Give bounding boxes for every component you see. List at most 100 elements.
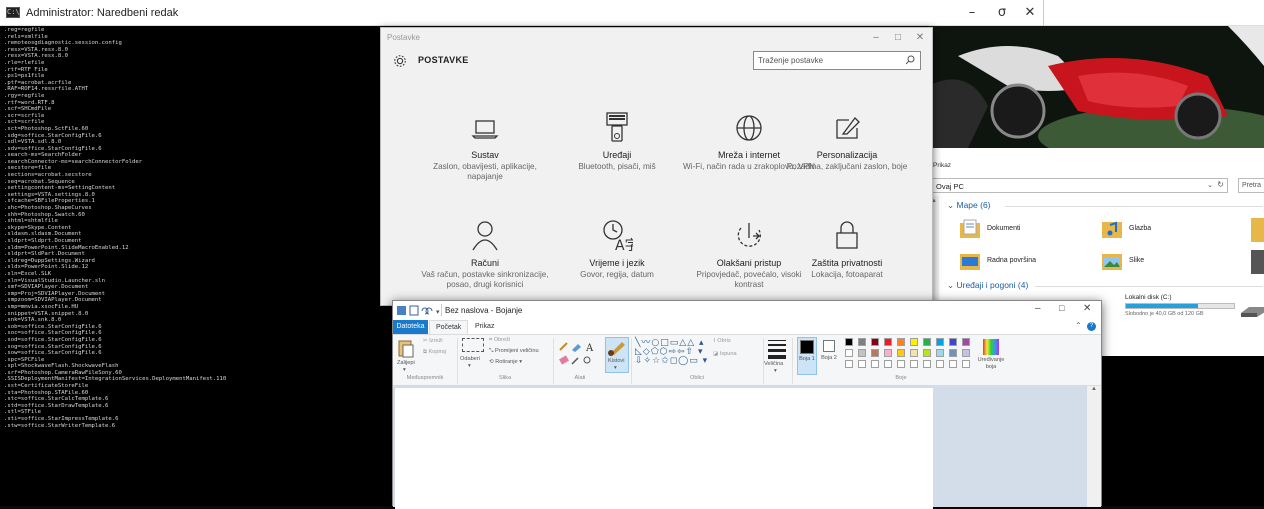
save-icon [409, 305, 419, 316]
cut-button[interactable]: ✂ Izreži [423, 338, 443, 344]
color2-swatch [823, 340, 835, 352]
edit-colors-button[interactable]: Uređivanje boja [975, 337, 1007, 375]
chevron-down-icon[interactable]: ⌄ [1207, 181, 1213, 189]
drives-group-header[interactable]: ⌄ Uređaji i pogoni (4) [947, 280, 1028, 291]
explorer-search-input[interactable]: Pretra [1238, 178, 1264, 193]
paint-close-button[interactable]: ✕ [1083, 303, 1091, 314]
fill-button[interactable]: ◪ Ispuna [713, 351, 737, 357]
close-button[interactable]: ✕ [1016, 4, 1044, 22]
palette-swatch[interactable] [923, 349, 931, 357]
tile-system[interactable]: Sustav Zaslon, obavijesti, aplikacije, n… [419, 114, 551, 214]
palette-swatch[interactable] [858, 349, 866, 357]
canvas-vertical-scrollbar[interactable]: ▲ [1087, 386, 1101, 507]
palette-swatch[interactable] [884, 338, 892, 346]
folder-documents[interactable]: Dokumenti [959, 218, 1119, 242]
folder-name: Slike [1129, 257, 1145, 264]
rotate-button[interactable]: ⟲ Rotiranje ▾ [489, 359, 522, 365]
view-tab[interactable]: Prikaz [933, 162, 951, 169]
palette-swatch[interactable] [897, 349, 905, 357]
color2-button[interactable]: Boja 2 [819, 337, 839, 375]
folder-video-partial[interactable] [1251, 250, 1264, 274]
palette-swatch[interactable] [949, 338, 957, 346]
palette-swatch[interactable] [936, 349, 944, 357]
cmd-output-line: .shtml=shtmlfile [4, 218, 58, 225]
palette-swatch[interactable] [910, 360, 918, 368]
paint-titlebar[interactable]: ▾ Bez naslova - Bojanje – □ ✕ [393, 301, 1101, 320]
help-icon[interactable]: ? [1087, 322, 1096, 331]
color1-button[interactable]: Boja 1 [797, 337, 817, 375]
wallpaper-motorcycle-image [928, 26, 1264, 166]
time-language-icon: A字 [603, 220, 633, 252]
cmd-output-line: .snk=VSTA.snk.8.0 [4, 317, 62, 324]
palette-swatch[interactable] [871, 360, 879, 368]
folder-desktop[interactable]: Radna površina [959, 250, 1119, 274]
paint-maximize-button[interactable]: □ [1059, 303, 1064, 313]
maximize-button[interactable]: σ [988, 4, 1016, 22]
folder-pictures[interactable]: Slike [1101, 250, 1231, 274]
minimize-button[interactable]: – [958, 4, 986, 22]
paste-button[interactable]: Zalijepi ▾ [397, 338, 417, 374]
palette-swatch[interactable] [923, 360, 931, 368]
divider [457, 338, 458, 384]
paint-minimize-button[interactable]: – [1035, 303, 1041, 314]
tab-home[interactable]: Početak [429, 320, 469, 334]
settings-titlebar[interactable]: Postavke – □ ✕ [381, 28, 932, 48]
settings-close-button[interactable]: ✕ [909, 30, 931, 46]
palette-swatch[interactable] [962, 349, 970, 357]
palette-swatch[interactable] [871, 349, 879, 357]
crop-button[interactable]: ⌗ Obreži [489, 337, 510, 344]
palette-swatch[interactable] [845, 338, 853, 346]
settings-search-input[interactable]: Traženje postavke [753, 51, 921, 70]
cmd-titlebar[interactable]: C:\ Administrator: Naredbeni redak – σ ✕ [0, 0, 1264, 26]
brushes-button[interactable]: Kistovi ▾ [605, 337, 629, 373]
folder-downloads-partial[interactable] [1251, 218, 1264, 242]
palette-swatch[interactable] [897, 338, 905, 346]
palette-swatch[interactable] [858, 338, 866, 346]
palette-swatch[interactable] [897, 360, 905, 368]
address-bar[interactable]: Ovaj PC ⌄ ↻ [932, 178, 1228, 193]
folder-music[interactable]: Glazba [1101, 218, 1231, 242]
select-button[interactable]: Odaberi ▾ [460, 338, 486, 374]
palette-swatch[interactable] [949, 360, 957, 368]
paint-app-icon [397, 306, 406, 315]
cmd-output-line: .secstore=file [4, 165, 52, 172]
palette-swatch[interactable] [884, 349, 892, 357]
folders-group-header[interactable]: ⌄ Mape (6) [947, 200, 991, 211]
palette-swatch[interactable] [884, 360, 892, 368]
cmd-output[interactable]: .reg=regfile .rels=xmlfile .remoteosgdiagn… [0, 27, 380, 506]
refresh-icon[interactable]: ↻ [1217, 180, 1224, 189]
tile-devices[interactable]: Uređaji Bluetooth, pisači, miš [551, 110, 683, 210]
drawing-canvas[interactable] [395, 388, 933, 509]
tile-name: Vrijeme i jezik [589, 258, 645, 268]
tab-file[interactable]: Datoteka [393, 320, 428, 334]
palette-swatch[interactable] [845, 360, 853, 368]
color1-swatch [800, 340, 814, 354]
folder-name: Glazba [1129, 225, 1152, 232]
shapes-gallery[interactable]: ╲〰○□▭△△ ▴ ◺◇⬠⬡⇨⇦⇧ ▾ ⇩✧☆✩◻◯▭ ▾ [635, 339, 711, 369]
tile-personalization[interactable]: Personalizacija Pozadina, zaključani zas… [781, 112, 913, 212]
palette-swatch[interactable] [871, 338, 879, 346]
settings-minimize-button[interactable]: – [865, 30, 887, 46]
resize-button[interactable]: ⤡ Promijeni veličinu [489, 348, 539, 355]
drive-usage-bar [1125, 303, 1235, 309]
palette-swatch[interactable] [936, 338, 944, 346]
palette-swatch[interactable] [936, 360, 944, 368]
palette-swatch[interactable] [845, 349, 853, 357]
copy-button[interactable]: ⧉ Kopiraj [423, 349, 446, 356]
settings-maximize-button[interactable]: □ [887, 30, 909, 46]
palette-swatch[interactable] [910, 349, 918, 357]
outline-button[interactable]: ⌇ Obris [713, 338, 731, 344]
scroll-up-icon[interactable]: ▲ [1087, 386, 1101, 392]
size-button[interactable]: Veličina ▾ [764, 338, 788, 378]
palette-swatch[interactable] [923, 338, 931, 346]
palette-swatch[interactable] [962, 338, 970, 346]
tab-view[interactable]: Prikaz [469, 320, 500, 334]
palette-swatch[interactable] [910, 338, 918, 346]
palette-swatch[interactable] [962, 360, 970, 368]
colors-group-title: Boje [895, 375, 907, 381]
palette-swatch[interactable] [858, 360, 866, 368]
resize-label: Promijeni veličinu [495, 348, 539, 354]
ribbon-collapse-icon[interactable]: ⌃ [1075, 321, 1082, 330]
palette-swatch[interactable] [949, 349, 957, 357]
search-icon[interactable] [905, 55, 915, 65]
